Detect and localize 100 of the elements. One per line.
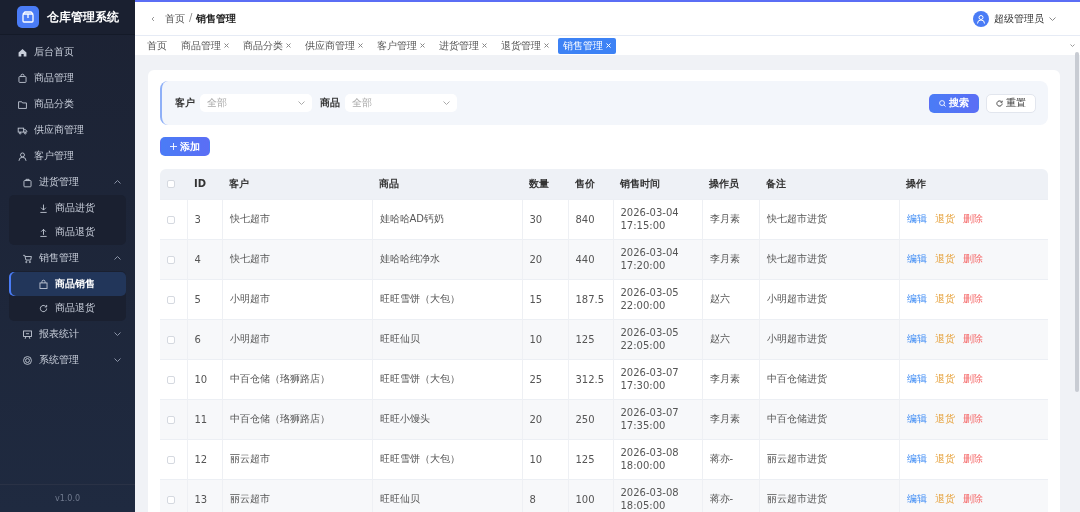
action-link[interactable]: 删除 <box>962 213 983 224</box>
column-header: 客户 <box>229 177 249 189</box>
menu-icon[interactable] <box>17 98 28 110</box>
action-link[interactable]: 退货 <box>934 453 955 464</box>
menu-icon[interactable] <box>17 150 28 162</box>
close-icon[interactable] <box>544 43 549 48</box>
tab[interactable]: 销售管理 <box>558 37 616 54</box>
user-avatar-icon[interactable] <box>973 10 989 27</box>
menu-icon[interactable] <box>38 278 49 290</box>
checkbox[interactable] <box>167 455 175 464</box>
action-link[interactable]: 删除 <box>962 333 983 344</box>
menu-icon[interactable] <box>22 176 33 188</box>
caret-icon[interactable] <box>1070 44 1075 47</box>
select-field[interactable]: 全部 <box>200 94 312 112</box>
chevron-icon[interactable] <box>114 180 121 184</box>
checkbox[interactable] <box>167 295 175 304</box>
table-cell: 20 <box>529 253 543 265</box>
tab[interactable]: 客户管理 <box>372 37 430 54</box>
caret-icon <box>443 101 450 105</box>
menu-group[interactable]: 报表统计 <box>0 321 135 347</box>
back-icon[interactable] <box>151 15 155 22</box>
action-link[interactable]: 编辑 <box>906 213 927 224</box>
menu-group[interactable]: 系统管理 <box>0 347 135 373</box>
close-icon[interactable] <box>286 43 291 48</box>
close-icon[interactable] <box>358 43 363 48</box>
action-link[interactable]: 编辑 <box>906 333 927 344</box>
action-link[interactable]: 编辑 <box>906 413 927 424</box>
menu-icon[interactable] <box>17 72 28 84</box>
action-link[interactable]: 编辑 <box>906 453 927 464</box>
close-icon[interactable] <box>482 43 487 48</box>
tab[interactable]: 商品管理 <box>176 37 234 54</box>
tab[interactable]: 供应商管理 <box>300 37 368 54</box>
submenu-item[interactable]: 商品退货 <box>9 220 126 244</box>
action-link[interactable]: 编辑 <box>906 493 927 505</box>
menu-icon[interactable] <box>38 202 49 214</box>
caret-icon[interactable] <box>1049 16 1056 21</box>
action-link[interactable]: 删除 <box>962 293 983 304</box>
table-cell: 100 <box>575 493 595 505</box>
user-name[interactable]: 超级管理员 <box>994 11 1044 26</box>
action-link[interactable]: 编辑 <box>906 373 927 384</box>
action-link[interactable]: 编辑 <box>906 293 927 304</box>
submenu-item[interactable]: 商品销售 <box>9 272 126 296</box>
action-link[interactable]: 删除 <box>962 453 983 464</box>
breadcrumb-item[interactable]: 首页 <box>165 11 185 26</box>
menu-group[interactable]: 销售管理 <box>0 245 135 271</box>
menu-icon[interactable] <box>17 46 28 58</box>
checkbox[interactable] <box>167 375 175 384</box>
checkbox[interactable] <box>167 415 175 424</box>
action-link[interactable]: 退货 <box>934 413 955 424</box>
action-link[interactable]: 退货 <box>934 253 955 264</box>
action-link[interactable]: 删除 <box>962 373 983 384</box>
action-link[interactable]: 退货 <box>934 213 955 224</box>
tab[interactable]: 进货管理 <box>434 37 492 54</box>
action-link[interactable]: 删除 <box>962 413 983 424</box>
checkbox[interactable] <box>167 180 175 189</box>
action-link[interactable]: 删除 <box>962 493 983 505</box>
menu-item[interactable]: 商品管理 <box>0 65 135 91</box>
menu-item[interactable]: 客户管理 <box>0 143 135 169</box>
search-button[interactable]: 搜索 <box>929 93 979 113</box>
table-cell: 丽云超市 <box>229 453 270 464</box>
menu-item[interactable]: 商品分类 <box>0 91 135 117</box>
close-icon[interactable] <box>224 43 229 48</box>
close-icon[interactable] <box>420 43 425 48</box>
tab[interactable]: 退货管理 <box>496 37 554 54</box>
column-header: 售价 <box>575 177 595 189</box>
column-header: 销售时间 <box>620 177 660 189</box>
checkbox[interactable] <box>167 495 175 504</box>
menu-icon[interactable] <box>22 328 33 340</box>
menu-icon[interactable] <box>22 252 33 264</box>
add-button[interactable]: 添加 <box>160 137 210 156</box>
action-link[interactable]: 退货 <box>934 373 955 384</box>
tab[interactable]: 商品分类 <box>238 37 296 54</box>
chevron-icon[interactable] <box>114 332 121 336</box>
table-cell: 快七超市进货 <box>766 213 827 224</box>
menu-icon[interactable] <box>38 302 49 314</box>
action-link[interactable]: 退货 <box>934 293 955 304</box>
menu-item[interactable]: 后台首页 <box>0 39 135 65</box>
submenu-item[interactable]: 商品进货 <box>9 196 126 220</box>
select-field[interactable]: 全部 <box>345 94 457 112</box>
checkbox[interactable] <box>167 255 175 264</box>
submenu-item[interactable]: 商品退货 <box>9 296 126 320</box>
action-link[interactable]: 退货 <box>934 333 955 344</box>
checkbox[interactable] <box>167 335 175 344</box>
menu-icon[interactable] <box>17 124 28 136</box>
checkbox[interactable] <box>167 215 175 224</box>
menu-icon[interactable] <box>22 354 33 366</box>
table-cell: 440 <box>575 253 595 265</box>
menu-group[interactable]: 进货管理 <box>0 169 135 195</box>
tab[interactable]: 首页 <box>142 37 172 54</box>
reset-button[interactable]: 重置 <box>986 93 1036 113</box>
chevron-icon[interactable] <box>114 256 121 260</box>
action-link[interactable]: 删除 <box>962 253 983 264</box>
action-link[interactable]: 编辑 <box>906 253 927 264</box>
menu-item[interactable]: 供应商管理 <box>0 117 135 143</box>
table-cell: 娃哈哈纯净水 <box>379 253 440 264</box>
action-link[interactable]: 退货 <box>934 493 955 505</box>
table-cell: 3 <box>194 213 201 225</box>
menu-icon[interactable] <box>38 226 49 238</box>
scrollbar[interactable] <box>1075 52 1079 392</box>
chevron-icon[interactable] <box>114 358 121 362</box>
